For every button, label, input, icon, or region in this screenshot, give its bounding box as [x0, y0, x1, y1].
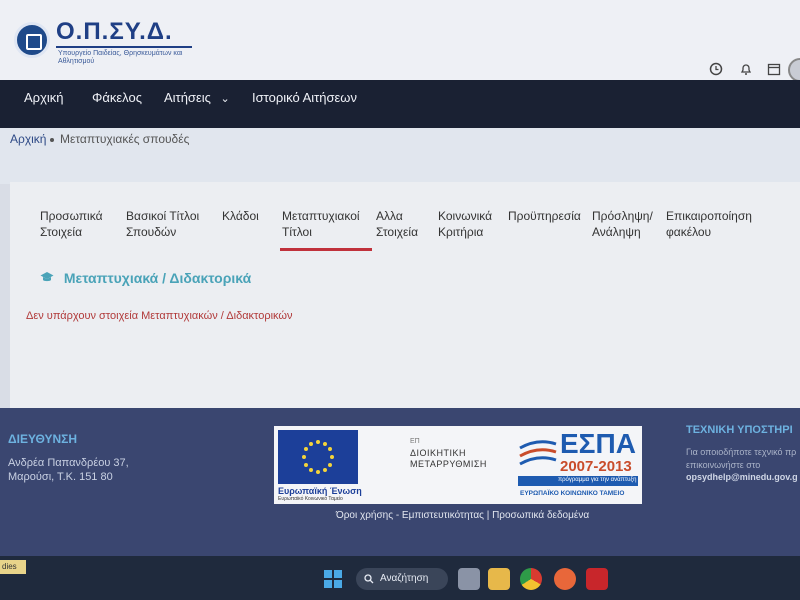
breadcrumb: Αρχική Μεταπτυχιακές σπουδές: [0, 128, 800, 184]
address-line-1: Ανδρέα Παπανδρέου 37,: [8, 457, 129, 469]
tab-personal-info[interactable]: Προσωπικά Στοιχεία: [40, 208, 108, 240]
logo-subtitle: Υπουργείο Παιδείας, Θρησκευμάτων και Αθλ…: [58, 50, 183, 65]
nav-folder[interactable]: Φάκελος: [92, 90, 142, 105]
support-text: Για οποιοδήποτε τεχνικό πρ επικοινωνήστε…: [686, 446, 796, 472]
admin-reform-label: ΔΙΟΙΚΗΤΙΚΗ ΜΕΤΑΡΡΥΘΜΙΣΗ: [410, 448, 487, 470]
clock-icon[interactable]: [708, 62, 724, 78]
nav-applications[interactable]: Αιτήσεις ⌄: [164, 90, 230, 105]
top-header: Ο.Π.ΣΥ.Δ. Υπουργείο Παιδείας, Θρησκευμάτ…: [0, 0, 800, 82]
windows-start-icon[interactable]: [324, 570, 342, 588]
chevron-down-icon: ⌄: [220, 93, 230, 105]
admin-reform-prefix: ΕΠ: [410, 438, 420, 445]
tab-other-info[interactable]: Αλλα Στοιχεία: [376, 208, 426, 240]
logo-divider: [56, 46, 192, 48]
tab-previous-service[interactable]: Προϋπηρεσία: [508, 208, 581, 224]
nav-application-history[interactable]: Ιστορικό Αιτήσεων: [252, 90, 357, 105]
breadcrumb-home[interactable]: Αρχική: [10, 132, 46, 146]
tab-file-update[interactable]: Επικαιροποίηση φακέλου: [666, 208, 756, 240]
espa-years: 2007-2013: [560, 458, 632, 475]
eu-sub-label: Ευρωπαϊκό Κοινωνικό Ταμείο: [278, 496, 343, 502]
espa-fund-label: ΕΥΡΩΠΑΪΚΟ ΚΟΙΝΩΝΙΚΟ ΤΑΜΕΙΟ: [520, 490, 625, 497]
breadcrumb-separator: [50, 138, 54, 142]
main-navbar: Αρχική Φάκελος Αιτήσεις ⌄ Ιστορικό Αιτήσ…: [0, 80, 800, 128]
chrome-icon[interactable]: [520, 568, 542, 590]
file-explorer-icon[interactable]: [488, 568, 510, 590]
nav-applications-label: Αιτήσεις: [164, 90, 211, 105]
tab-branches[interactable]: Κλάδοι: [222, 208, 259, 224]
taskbar-widget[interactable]: dies: [0, 560, 26, 574]
tab-hiring[interactable]: Πρόσληψη/ Ανάληψη: [592, 208, 653, 240]
pdf-reader-icon[interactable]: [586, 568, 608, 590]
ministry-emblem-icon[interactable]: [14, 22, 50, 58]
task-view-icon[interactable]: [458, 568, 480, 590]
tab-postgraduate-titles[interactable]: Μεταπτυχιακοί Τίτλοι: [282, 208, 364, 240]
admin-reform-line-1: ΔΙΟΙΚΗΤΙΚΗ: [410, 448, 467, 458]
eu-label: Ευρωπαϊκή Ένωση: [278, 486, 362, 496]
calendar-icon[interactable]: [766, 62, 782, 78]
breadcrumb-current: Μεταπτυχιακές σπουδές: [60, 132, 190, 146]
active-tab-indicator: [280, 248, 372, 251]
espa-wave-icon: [519, 440, 557, 466]
graduation-cap-icon: [40, 270, 54, 286]
espa-title: ΕΣΠΑ: [560, 428, 636, 459]
funding-logos: Ευρωπαϊκή Ένωση Ευρωπαϊκό Κοινωνικό Ταμε…: [274, 426, 642, 504]
avatar[interactable]: [788, 58, 800, 82]
taskbar-search[interactable]: Αναζήτηση: [356, 568, 448, 590]
bell-icon[interactable]: [738, 62, 754, 78]
eu-flag-icon: [278, 430, 358, 484]
os-taskbar: dies Αναζήτηση: [0, 556, 800, 600]
taskbar-search-label: Αναζήτηση: [380, 573, 429, 584]
tab-basic-degrees[interactable]: Βασικοί Τίτλοι Σπουδών: [126, 208, 206, 240]
espa-logo: ΕΣΠΑ 2007-2013 πρόγραμμα για την ανάπτυξ…: [518, 428, 638, 502]
nav-home[interactable]: Αρχική: [24, 90, 64, 105]
logo-title[interactable]: Ο.Π.ΣΥ.Δ.: [56, 18, 173, 46]
address-title: ΔΙΕΥΘΥΝΣΗ: [8, 432, 78, 446]
support-text-line-1: Για οποιοδήποτε τεχνικό πρ: [686, 447, 797, 457]
footer: ΔΙΕΥΘΥΝΣΗ Ανδρέα Παπανδρέου 37, Μαρούσι,…: [0, 408, 800, 558]
espa-slogan: πρόγραμμα για την ανάπτυξη: [558, 477, 637, 483]
firefox-icon[interactable]: [554, 568, 576, 590]
search-icon: [364, 568, 374, 593]
empty-state-message: Δεν υπάρχουν στοιχεία Μεταπτυχιακών / Δι…: [26, 310, 293, 322]
admin-reform-line-2: ΜΕΤΑΡΡΥΘΜΙΣΗ: [410, 459, 487, 469]
footer-links[interactable]: Όροι χρήσης - Εμπιστευτικότητας | Προσωπ…: [336, 510, 589, 521]
tab-social-criteria[interactable]: Κοινωνικά Κριτήρια: [438, 208, 498, 240]
section-title: Μεταπτυχιακά / Διδακτορικά: [40, 270, 251, 286]
support-title: ΤΕΧΝΙΚΗ ΥΠΟΣΤΗΡΙ: [686, 424, 793, 436]
support-email-link[interactable]: opsydhelp@minedu.gov.g: [686, 472, 798, 482]
address-text: Ανδρέα Παπανδρέου 37, Μαρούσι, Τ.Κ. 151 …: [8, 456, 129, 484]
section-title-text: Μεταπτυχιακά / Διδακτορικά: [63, 270, 252, 286]
address-line-2: Μαρούσι, Τ.Κ. 151 80: [8, 471, 113, 483]
content-card: Προσωπικά Στοιχεία Βασικοί Τίτλοι Σπουδώ…: [10, 182, 800, 408]
support-text-line-2: επικοινωνήστε στο: [686, 460, 761, 470]
